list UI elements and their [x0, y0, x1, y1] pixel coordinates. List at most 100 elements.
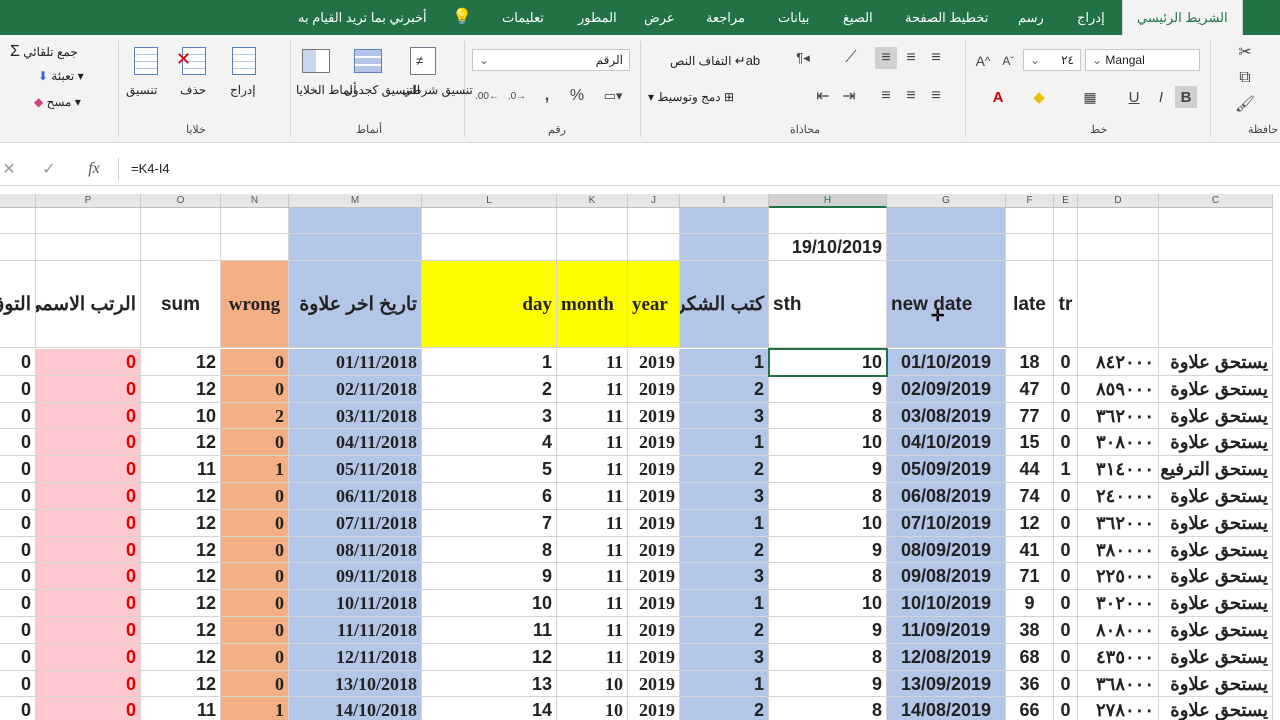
cell-d8[interactable]: ٣١٤٠٠٠: [1078, 456, 1159, 483]
header-cell-p[interactable]: الرتب الاسمي: [36, 261, 141, 348]
shrink-font-icon[interactable]: Aˇ: [998, 51, 1018, 71]
cell-j13[interactable]: 2019: [628, 590, 680, 617]
cell-g2[interactable]: [887, 234, 1006, 261]
accounting-format-icon[interactable]: ▭▾: [598, 85, 628, 107]
cell-k15[interactable]: 11: [557, 644, 628, 671]
cell-o6[interactable]: 10: [141, 403, 221, 429]
cell-h13[interactable]: 10: [769, 590, 887, 617]
cell-f16[interactable]: 36: [1006, 671, 1054, 697]
cell-g8[interactable]: 05/09/2019: [887, 456, 1006, 483]
align-middle-icon[interactable]: ≡: [900, 47, 922, 69]
cell-o11[interactable]: 12: [141, 537, 221, 563]
cell-g10[interactable]: 07/10/2019: [887, 510, 1006, 537]
cell-l2[interactable]: [422, 234, 557, 261]
tab-review[interactable]: مراجعة: [706, 0, 745, 35]
cell-c10[interactable]: يستحق علاوة: [1159, 510, 1273, 537]
cell-h1[interactable]: [769, 208, 887, 234]
cell-c4[interactable]: يستحق علاوة: [1159, 349, 1273, 376]
cell-m17[interactable]: 14/10/2018: [289, 697, 422, 720]
column-header-l[interactable]: L: [422, 194, 557, 208]
cell-j17[interactable]: 2019: [628, 697, 680, 720]
cell-i12[interactable]: 3: [680, 563, 769, 590]
wrap-text-button[interactable]: ab↵ التفاف النص: [670, 53, 760, 69]
cell-o12[interactable]: 12: [141, 563, 221, 590]
cell-q2[interactable]: [0, 234, 36, 261]
cell-j12[interactable]: 2019: [628, 563, 680, 590]
cell-j14[interactable]: 2019: [628, 617, 680, 644]
cell-p8[interactable]: 0: [36, 456, 141, 483]
cell-h11[interactable]: 9: [769, 537, 887, 563]
cell-h15[interactable]: 8: [769, 644, 887, 671]
cell-e9[interactable]: 0: [1054, 483, 1078, 510]
cell-f5[interactable]: 47: [1006, 376, 1054, 403]
percent-icon[interactable]: %: [562, 85, 592, 107]
cell-p12[interactable]: 0: [36, 563, 141, 590]
cell-m15[interactable]: 12/11/2018: [289, 644, 422, 671]
cell-f4[interactable]: 18: [1006, 349, 1054, 376]
cell-n14[interactable]: 0: [221, 617, 289, 644]
cell-n1[interactable]: [221, 208, 289, 234]
cell-m16[interactable]: 13/10/2018: [289, 671, 422, 697]
header-cell-c[interactable]: [1159, 261, 1273, 348]
tab-developer[interactable]: المطور: [578, 0, 617, 35]
format-as-table-icon[interactable]: [350, 43, 386, 79]
tab-draw[interactable]: رسم: [1018, 0, 1044, 35]
cancel-icon[interactable]: ✕: [0, 158, 18, 180]
cell-m10[interactable]: 07/11/2018: [289, 510, 422, 537]
cell-k6[interactable]: 11: [557, 403, 628, 429]
cell-j7[interactable]: 2019: [628, 429, 680, 456]
cell-h6[interactable]: 8: [769, 403, 887, 429]
cell-i14[interactable]: 2: [680, 617, 769, 644]
cell-n5[interactable]: 0: [221, 376, 289, 403]
column-header-m[interactable]: M: [289, 194, 422, 208]
cell-e14[interactable]: 0: [1054, 617, 1078, 644]
cell-q13[interactable]: 0: [0, 590, 36, 617]
cell-g1[interactable]: [887, 208, 1006, 234]
cell-c9[interactable]: يستحق علاوة: [1159, 483, 1273, 510]
cell-f8[interactable]: 44: [1006, 456, 1054, 483]
cell-n12[interactable]: 0: [221, 563, 289, 590]
tab-home[interactable]: الشريط الرئيسي: [1122, 0, 1243, 35]
cell-i13[interactable]: 1: [680, 590, 769, 617]
cell-o7[interactable]: 12: [141, 429, 221, 456]
column-header-j[interactable]: J: [628, 194, 680, 208]
cell-d11[interactable]: ٣٨٠٠٠٠: [1078, 537, 1159, 563]
cell-k11[interactable]: 11: [557, 537, 628, 563]
cell-j4[interactable]: 2019: [628, 349, 680, 376]
cell-n10[interactable]: 0: [221, 510, 289, 537]
cell-f14[interactable]: 38: [1006, 617, 1054, 644]
cell-l16[interactable]: 13: [422, 671, 557, 697]
cell-k2[interactable]: [557, 234, 628, 261]
cell-o17[interactable]: 11: [141, 697, 221, 720]
cell-q11[interactable]: 0: [0, 537, 36, 563]
cell-n4[interactable]: 0: [221, 349, 289, 376]
cell-k14[interactable]: 11: [557, 617, 628, 644]
align-bottom-icon[interactable]: ≡: [875, 47, 897, 69]
cell-f10[interactable]: 12: [1006, 510, 1054, 537]
cell-k12[interactable]: 11: [557, 563, 628, 590]
header-cell-d[interactable]: [1078, 261, 1159, 348]
cell-q14[interactable]: 0: [0, 617, 36, 644]
format-cells-label[interactable]: تنسيق: [126, 83, 157, 97]
cell-q8[interactable]: 0: [0, 456, 36, 483]
cell-n6[interactable]: 2: [221, 403, 289, 429]
cell-c1[interactable]: [1159, 208, 1273, 234]
cell-e11[interactable]: 0: [1054, 537, 1078, 563]
cell-f12[interactable]: 71: [1006, 563, 1054, 590]
decrease-indent-icon[interactable]: ⇤: [812, 85, 834, 107]
cell-e5[interactable]: 0: [1054, 376, 1078, 403]
cell-m11[interactable]: 08/11/2018: [289, 537, 422, 563]
insert-cells-label[interactable]: إدراج: [230, 83, 256, 97]
cell-i7[interactable]: 1: [680, 429, 769, 456]
cell-g15[interactable]: 12/08/2019: [887, 644, 1006, 671]
cell-p7[interactable]: 0: [36, 429, 141, 456]
cell-m14[interactable]: 11/11/2018: [289, 617, 422, 644]
cell-j15[interactable]: 2019: [628, 644, 680, 671]
cell-q17[interactable]: 0: [0, 697, 36, 720]
cell-l15[interactable]: 12: [422, 644, 557, 671]
header-cell-f[interactable]: late: [1006, 261, 1054, 348]
column-header-g[interactable]: G: [887, 194, 1006, 208]
cell-d5[interactable]: ٨٥٩٠٠٠: [1078, 376, 1159, 403]
cell-p14[interactable]: 0: [36, 617, 141, 644]
cell-e4[interactable]: 0: [1054, 349, 1078, 376]
